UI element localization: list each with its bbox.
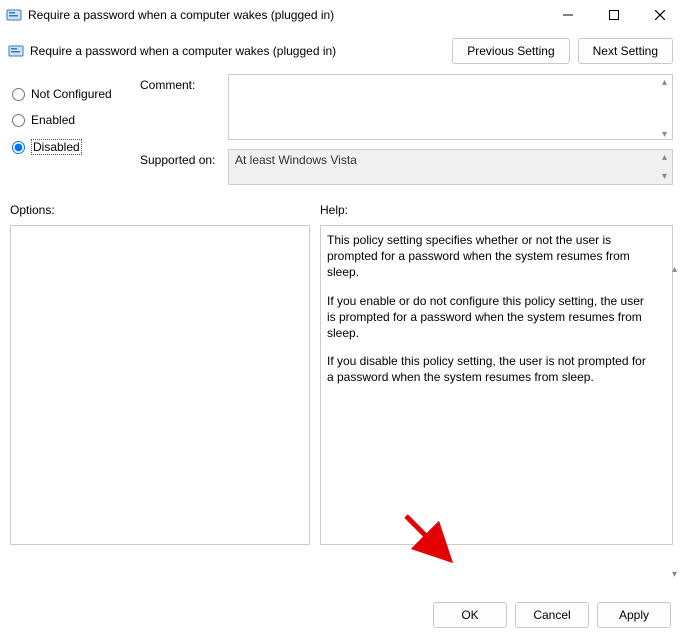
radio-disabled[interactable]: Disabled — [10, 136, 130, 158]
options-panel — [10, 225, 310, 545]
policy-icon — [6, 7, 22, 23]
radio-enabled[interactable]: Enabled — [10, 110, 130, 130]
comment-label: Comment: — [140, 74, 228, 92]
scroll-up-icon[interactable]: ▴ — [667, 262, 682, 277]
dialog-footer: OK Cancel Apply — [433, 602, 671, 628]
scroll-down-icon[interactable]: ▾ — [667, 567, 682, 582]
supported-on-value: At least Windows Vista — [228, 149, 673, 185]
titlebar: Require a password when a computer wakes… — [0, 0, 683, 30]
close-button[interactable] — [637, 0, 683, 30]
comment-textarea[interactable] — [228, 74, 673, 140]
ok-button[interactable]: OK — [433, 602, 507, 628]
options-label: Options: — [10, 203, 310, 217]
radio-input-enabled[interactable] — [12, 114, 25, 127]
scroll-up-icon[interactable]: ▴ — [657, 150, 672, 165]
previous-setting-button[interactable]: Previous Setting — [452, 38, 569, 64]
scroll-down-icon[interactable]: ▾ — [657, 127, 672, 142]
toolbar: Require a password when a computer wakes… — [0, 30, 683, 70]
scroll-up-icon[interactable]: ▴ — [657, 75, 672, 90]
apply-button[interactable]: Apply — [597, 602, 671, 628]
policy-icon — [8, 43, 24, 59]
radio-input-not-configured[interactable] — [12, 88, 25, 101]
radio-label: Enabled — [31, 113, 75, 127]
radio-label: Disabled — [31, 139, 82, 155]
help-panel: This policy setting specifies whether or… — [320, 225, 673, 545]
supported-on-label: Supported on: — [140, 149, 228, 167]
minimize-button[interactable] — [545, 0, 591, 30]
radio-input-disabled[interactable] — [12, 141, 25, 154]
help-text: If you disable this policy setting, the … — [327, 353, 652, 385]
scroll-down-icon[interactable]: ▾ — [657, 169, 672, 184]
help-text: If you enable or do not configure this p… — [327, 293, 652, 342]
window-title: Require a password when a computer wakes… — [28, 8, 545, 22]
vertical-scrollbar[interactable]: ▴ ▾ — [667, 262, 683, 582]
help-label: Help: — [320, 203, 673, 217]
help-text: This policy setting specifies whether or… — [327, 232, 652, 281]
radio-label: Not Configured — [31, 87, 112, 101]
policy-title: Require a password when a computer wakes… — [30, 44, 336, 58]
radio-not-configured[interactable]: Not Configured — [10, 84, 130, 104]
next-setting-button[interactable]: Next Setting — [578, 38, 673, 64]
cancel-button[interactable]: Cancel — [515, 602, 589, 628]
state-radio-group: Not Configured Enabled Disabled — [10, 74, 130, 191]
maximize-button[interactable] — [591, 0, 637, 30]
